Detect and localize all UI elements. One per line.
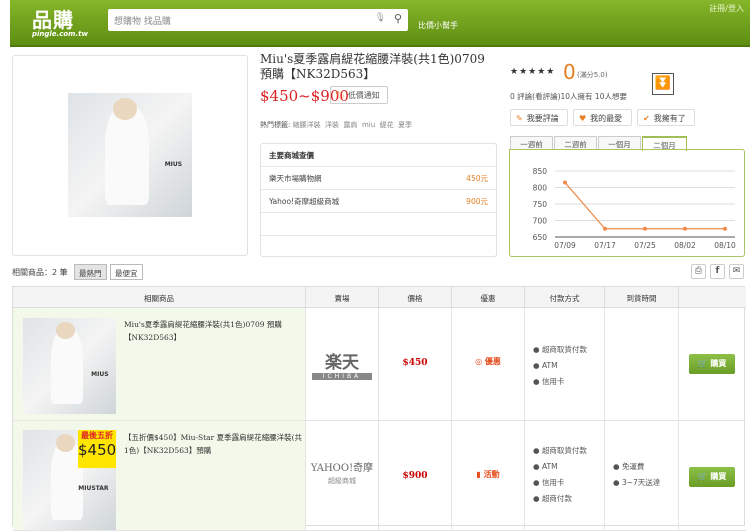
- tag-link[interactable]: 洋裝: [325, 121, 339, 129]
- logo-domain: pingle.com.tw: [32, 30, 88, 38]
- y-tick-label: 800: [533, 184, 548, 193]
- product-link[interactable]: Miu's夏季露肩緹花縮腰洋裝(共1色)0709 預購【NK32D563】: [124, 318, 304, 344]
- search-placeholder: 想購物 找品購: [114, 17, 171, 27]
- tab-1-week[interactable]: 一週前: [510, 136, 553, 150]
- related-products-table: 相關商品 賣場 價格 優惠 付款方式 到貨時間 MIUS Miu's夏季露肩緹花…: [12, 286, 746, 531]
- delivery-info: 免運費3~7天送達: [605, 421, 679, 531]
- product-image-box: MIUS: [12, 55, 248, 256]
- col-action: [679, 287, 746, 308]
- buy-button[interactable]: 🛒 購買: [689, 467, 735, 487]
- rating-max: (滿分5.0): [577, 71, 608, 79]
- buy-button[interactable]: 🛒 購買: [689, 354, 735, 374]
- rating-score: 0: [563, 60, 576, 84]
- buy-cell: 🛒 購買: [679, 308, 746, 421]
- col-promo: 優惠: [452, 287, 525, 308]
- data-point: [603, 226, 607, 231]
- payment-methods: 超商取貨付款ATM信用卡超商付款: [525, 421, 605, 531]
- y-tick-label: 850: [533, 167, 548, 176]
- product-thumbnail[interactable]: MIUSTAR 最後五折 $450: [23, 430, 116, 530]
- pencil-icon: ✎: [516, 114, 523, 123]
- tag-link[interactable]: 緹花: [380, 121, 394, 129]
- table-row: MIUSTAR 最後五折 $450 【五折價$450】Miu-Star 夏季露肩…: [13, 421, 306, 531]
- tag-icon: 🏷: [335, 91, 346, 100]
- x-tick-label: 07/17: [594, 241, 616, 250]
- main-shops-panel: 主要商城查價 樂天市場購物網 450元 Yahoo!奇摩超級商城 900元: [260, 143, 497, 257]
- sort-cheapest-button[interactable]: 最便宜: [110, 264, 143, 280]
- product-link[interactable]: 【五折價$450】Miu-Star 夏季露肩緹花縮腰洋裝(共1色)【NK32D5…: [124, 431, 304, 457]
- sale-badge: 最後五折: [81, 431, 113, 440]
- top-header: 品購 pingle.com.tw 想購物 找品購 🎙 ⚲ 比價小幫手 註冊/登入: [10, 0, 750, 47]
- x-tick-label: 08/10: [714, 241, 736, 250]
- payment-methods: 超商取貨付款ATM信用卡: [525, 308, 605, 421]
- logo[interactable]: 品購: [32, 4, 74, 33]
- hot-tags: 熱門標籤: 縮腰洋裝 洋裝 露肩 miu 緹花 夏季: [260, 121, 413, 129]
- sort-popular-button[interactable]: 最熱門: [74, 264, 107, 280]
- price-drop-icon[interactable]: ⏬: [652, 73, 674, 95]
- col-payment: 付款方式: [525, 287, 605, 308]
- product-image[interactable]: MIUS: [68, 93, 192, 217]
- price: $900: [379, 421, 452, 531]
- tag-link[interactable]: 露肩: [344, 121, 358, 129]
- write-review-button[interactable]: ✎ 我要評論: [510, 109, 568, 126]
- price-alert-button[interactable]: 🏷 低價通知: [330, 86, 388, 104]
- store-logo-yahoo[interactable]: YAHOO!奇摩 超級商城: [306, 421, 379, 531]
- data-point: [643, 226, 647, 231]
- microphone-icon[interactable]: 🎙: [375, 13, 386, 23]
- price: $450: [379, 308, 452, 421]
- price-line: [564, 182, 725, 230]
- x-tick-label: 07/09: [554, 241, 576, 250]
- sale-price: $450: [78, 441, 116, 459]
- promo-link[interactable]: ◎ 優惠: [452, 308, 525, 421]
- col-product: 相關商品: [13, 287, 306, 308]
- email-icon[interactable]: ✉: [729, 264, 744, 279]
- y-tick-label: 750: [533, 200, 548, 209]
- y-tick-label: 700: [533, 217, 548, 226]
- rating-stars: ★★★★★: [510, 67, 556, 77]
- y-tick-label: 650: [533, 233, 548, 242]
- login-link[interactable]: 註冊/登入: [709, 3, 744, 14]
- product-title: Miu's夏季露肩緹花縮腰洋裝(共1色)0709 預購【NK32D563】: [260, 52, 485, 81]
- shops-title: 主要商城查價: [261, 144, 496, 167]
- related-count: 相關商品：2 筆: [12, 268, 68, 277]
- data-point: [723, 226, 727, 231]
- tag-link[interactable]: miu: [362, 121, 375, 129]
- tag-link[interactable]: 縮腰洋裝: [293, 121, 321, 129]
- col-price: 價格: [379, 287, 452, 308]
- search-icon[interactable]: ⚲: [394, 12, 402, 25]
- heart-icon: ♥: [579, 114, 587, 123]
- shop-row[interactable]: Yahoo!奇摩超級商城 900元: [261, 190, 496, 213]
- print-icon[interactable]: ⎙: [691, 264, 706, 279]
- tab-2-weeks[interactable]: 二週前: [554, 136, 597, 150]
- store-logo-rakuten[interactable]: 楽天 ICHIBA: [306, 308, 379, 421]
- price-helper-link[interactable]: 比價小幫手: [418, 20, 458, 31]
- data-point: [683, 226, 687, 231]
- check-icon: ✔: [643, 114, 650, 123]
- table-row: MIUS Miu's夏季露肩緹花縮腰洋裝(共1色)0709 預購【NK32D56…: [13, 308, 306, 421]
- x-tick-label: 08/02: [674, 241, 696, 250]
- search-input[interactable]: 想購物 找品購 🎙 ⚲: [108, 9, 408, 31]
- promo-link[interactable]: ▮ 活動: [452, 421, 525, 531]
- review-summary[interactable]: 0 評論(看評論)10人擁有 10人想要: [510, 91, 627, 102]
- col-delivery: 到貨時間: [605, 287, 679, 308]
- data-point: [563, 180, 567, 185]
- price-history-chart: 650 700 750 800 850 07/09 07/17 07/25 08/02 08/10: [509, 149, 745, 257]
- tab-1-month[interactable]: 一個月: [598, 136, 641, 150]
- x-tick-label: 07/25: [634, 241, 656, 250]
- col-store: 賣場: [306, 287, 379, 308]
- shop-row[interactable]: 樂天市場購物網 450元: [261, 167, 496, 190]
- favorite-button[interactable]: ♥ 我的最愛: [573, 109, 632, 126]
- buy-cell: 🛒 購買: [679, 421, 746, 531]
- facebook-icon[interactable]: f: [710, 264, 725, 279]
- delivery-info: [605, 308, 679, 421]
- product-thumbnail[interactable]: MIUS: [23, 318, 116, 414]
- own-it-button[interactable]: ✔ 我擁有了: [637, 109, 695, 126]
- tag-link[interactable]: 夏季: [398, 121, 412, 129]
